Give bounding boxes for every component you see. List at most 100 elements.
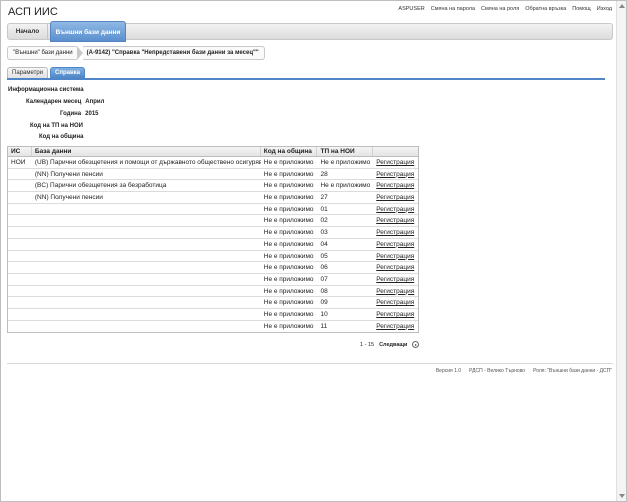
cell-database: (NN) Получени пенсии (34, 170, 103, 178)
registration-link[interactable]: Регистрация (373, 180, 418, 191)
tab-parameters[interactable]: Параметри (7, 67, 49, 78)
nav-home[interactable]: Начало (8, 24, 48, 39)
cell-is: НОИ (11, 159, 26, 166)
table-row: Не е приложимо 08 Регистрация (8, 286, 418, 298)
breadcrumb-separator-icon (76, 46, 83, 60)
cell-database (32, 309, 261, 320)
param-month-label: Календарен месец (26, 99, 82, 105)
cell-is (8, 297, 32, 308)
cell-municipality: Не е приложимо (263, 275, 314, 283)
scroll-up-icon[interactable] (619, 4, 625, 8)
nav-external-databases[interactable]: Външни бази данни (50, 21, 126, 42)
pager: 1 - 15 Следващи (360, 341, 420, 348)
cell-tp: 09 (320, 299, 328, 307)
cell-database (32, 215, 261, 226)
registration-link[interactable]: Регистрация (373, 215, 418, 226)
table-row: Не е приложимо 07 Регистрация (8, 274, 418, 286)
help-link[interactable]: Помощ (572, 6, 590, 12)
tab-report[interactable]: Справка (50, 67, 86, 78)
cell-is (8, 169, 32, 180)
registration-link[interactable]: Регистрация (373, 262, 418, 273)
cell-tp: Не е приложимо (320, 182, 371, 190)
cell-tp: 07 (320, 275, 328, 283)
registration-link[interactable]: Регистрация (373, 227, 418, 238)
param-tp-label: Код на ТП на НОИ (30, 123, 83, 129)
cell-is (8, 274, 32, 285)
column-header-is: ИС (8, 147, 32, 156)
pager-range: 1 - 15 (360, 341, 375, 348)
cell-tp: 05 (320, 252, 328, 260)
cell-municipality: Не е приложимо (263, 194, 314, 202)
cell-municipality: Не е приложимо (263, 322, 314, 330)
cell-is (8, 180, 32, 191)
registration-link[interactable]: Регистрация (373, 251, 418, 262)
cell-tp: 02 (320, 217, 328, 225)
cell-municipality: Не е приложимо (263, 299, 314, 307)
cell-tp: 01 (320, 205, 328, 213)
app-window: АСП ИИС ASPUSER Смяна на парола Смяна на… (0, 0, 627, 502)
table-header: ИС База данни Код на община ТП на НОИ (8, 147, 418, 157)
cell-tp: 11 (320, 322, 328, 330)
report-table: ИС База данни Код на община ТП на НОИ НО… (7, 146, 419, 334)
param-month: Календарен месец Април (26, 99, 104, 105)
cell-database (32, 227, 261, 238)
cell-is (8, 262, 32, 273)
column-header-action (373, 147, 418, 156)
cell-is (8, 215, 32, 226)
table-row: Не е приложимо 09 Регистрация (8, 297, 418, 309)
cell-is (8, 204, 32, 215)
registration-link[interactable]: Регистрация (373, 321, 418, 333)
cell-database (32, 321, 261, 333)
registration-link[interactable]: Регистрация (373, 169, 418, 180)
pager-next-button[interactable]: Следващи (379, 342, 407, 348)
param-year-label: Година (60, 111, 82, 117)
logout-link[interactable]: Изход (597, 6, 612, 12)
cell-database (32, 239, 261, 250)
footer-version: Версия 1.0 (435, 368, 462, 374)
breadcrumb-external-db[interactable]: "Външни" бази данни (7, 46, 77, 60)
next-arrow-icon[interactable] (412, 341, 420, 348)
scroll-down-icon[interactable] (619, 494, 625, 498)
cell-tp: 27 (320, 194, 328, 202)
registration-link[interactable]: Регистрация (373, 286, 418, 297)
footer: Версия 1.0 РДСП - Велико Търново Роля: "… (436, 368, 612, 374)
table-row: Не е приложимо 03 Регистрация (8, 227, 418, 239)
change-password-link[interactable]: Смяна на парола (431, 6, 475, 12)
change-role-link[interactable]: Смяна на роля (481, 6, 519, 12)
feedback-link[interactable]: Обратна връзка (525, 6, 566, 12)
cell-is (8, 251, 32, 262)
cell-tp: 04 (320, 240, 328, 248)
cell-municipality: Не е приложимо (263, 252, 314, 260)
cell-is (8, 286, 32, 297)
table-row: НОИ (UB) Парични обезщетения и помощи от … (8, 157, 418, 169)
table-row: Не е приложимо 10 Регистрация (8, 309, 418, 321)
cell-municipality: Не е приложимо (263, 287, 314, 295)
user-link[interactable]: ASPUSER (398, 6, 424, 12)
registration-link[interactable]: Регистрация (373, 297, 418, 308)
cell-database (32, 204, 261, 215)
registration-link[interactable]: Регистрация (373, 157, 418, 168)
vertical-scrollbar[interactable] (616, 1, 626, 501)
cell-tp: 28 (320, 170, 328, 178)
cell-tp: 03 (320, 229, 328, 237)
registration-link[interactable]: Регистрация (373, 309, 418, 320)
footer-role: Роля: "Външни бази данни - ДСП" (533, 368, 612, 374)
cell-municipality: Не е приложимо (263, 217, 314, 225)
table-row: Не е приложимо 06 Регистрация (8, 262, 418, 274)
registration-link[interactable]: Регистрация (373, 274, 418, 285)
cell-municipality: Не е приложимо (263, 240, 314, 248)
cell-is (8, 239, 32, 250)
breadcrumb: "Външни" бази данни (А-9142) "Справка "Н… (7, 46, 265, 60)
table-row: Не е приложимо 02 Регистрация (8, 215, 418, 228)
table-row: (NN) Получени пенсии Не е приложимо 27 Реги… (8, 192, 418, 204)
registration-link[interactable]: Регистрация (373, 204, 418, 215)
registration-link[interactable]: Регистрация (373, 239, 418, 250)
cell-database (32, 297, 261, 308)
footer-divider (7, 363, 613, 364)
tab-bar: Параметри Справка (7, 67, 86, 78)
breadcrumb-current-report: (А-9142) "Справка "Непредставени бази да… (82, 46, 265, 60)
cell-municipality: Не е приложимо (263, 182, 314, 190)
registration-link[interactable]: Регистрация (373, 192, 418, 203)
cell-tp: 06 (320, 264, 328, 272)
param-system-label: Информационна система (8, 87, 84, 93)
